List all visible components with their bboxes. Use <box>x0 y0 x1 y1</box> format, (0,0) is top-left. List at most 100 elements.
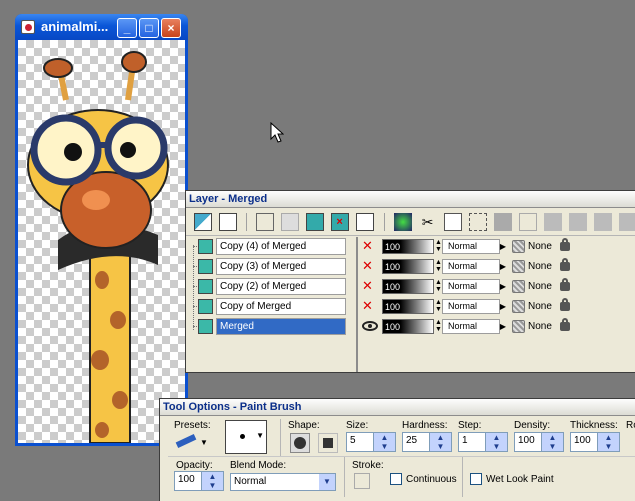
spin-arrows-icon[interactable]: ▲ ▼ <box>373 433 395 451</box>
layer-properties-icon[interactable] <box>393 213 412 231</box>
play-arrow-icon[interactable]: ▶ <box>498 239 508 254</box>
lock-icon[interactable] <box>560 298 570 311</box>
brush-preview[interactable]: ▼ <box>225 420 267 454</box>
layer-properties-row: ✕ 100 ▲ ▼ Normal ▶ None <box>360 237 634 256</box>
layer-blend-mode[interactable]: Normal <box>442 259 500 274</box>
layer-name[interactable]: Copy (3) of Merged <box>216 258 346 275</box>
layer-opacity-slider[interactable]: 100 <box>382 239 434 254</box>
size-spinner[interactable]: 5 ▲ ▼ <box>346 432 396 452</box>
move-up-icon[interactable] <box>594 213 613 231</box>
new-raster-layer-icon[interactable] <box>194 213 212 231</box>
layer-name[interactable]: Merged <box>216 318 346 335</box>
image-window-titlebar[interactable]: animalmi... _ □ × <box>15 14 188 40</box>
wet-look-paint-checkbox[interactable] <box>470 473 482 485</box>
layer-blend-mode[interactable]: Normal <box>442 319 500 334</box>
layer-blend-mode[interactable]: Normal <box>442 279 500 294</box>
mask-link-icon[interactable] <box>512 300 525 313</box>
mask-link-icon[interactable] <box>512 320 525 333</box>
eye-icon[interactable] <box>362 321 378 331</box>
hidden-eye-icon[interactable]: ✕ <box>362 299 378 312</box>
psp-doc-icon <box>21 20 35 34</box>
mask-link-icon[interactable] <box>512 260 525 273</box>
spin-arrows-icon[interactable]: ▲ ▼ <box>541 433 563 451</box>
chevron-down-icon[interactable]: ▼ <box>319 474 335 490</box>
layer-opacity-slider[interactable]: 100 <box>382 299 434 314</box>
copy-icon[interactable] <box>443 213 462 231</box>
step-spinner[interactable]: 1 ▲ ▼ <box>458 432 508 452</box>
mask-link-icon[interactable] <box>512 240 525 253</box>
delete-layer-icon[interactable]: × <box>331 213 350 231</box>
layer-row[interactable]: Copy (2) of Merged <box>188 277 356 296</box>
layer-blend-mode[interactable]: Normal <box>442 239 500 254</box>
layer-name[interactable]: Copy (4) of Merged <box>216 238 346 255</box>
layer-row[interactable]: Copy (4) of Merged <box>188 237 356 256</box>
play-arrow-icon[interactable]: ▶ <box>498 279 508 294</box>
opacity-spin-arrows-icon[interactable]: ▲ ▼ <box>435 299 442 313</box>
arrange-icon[interactable] <box>543 213 562 231</box>
merge-icon[interactable] <box>518 213 537 231</box>
layer-name[interactable]: Copy of Merged <box>216 298 346 315</box>
opacity-spin-arrows-icon[interactable]: ▲ ▼ <box>435 279 442 293</box>
lock-icon[interactable] <box>560 258 570 271</box>
paste-icon[interactable] <box>468 213 487 231</box>
layer-thumbnail-icon[interactable] <box>198 319 213 334</box>
layer-mask-status: None <box>528 321 552 332</box>
lock-icon[interactable] <box>560 278 570 291</box>
lock-icon[interactable] <box>560 318 570 331</box>
cut-icon[interactable]: ✂ <box>419 213 437 231</box>
spin-arrows-icon[interactable]: ▲ ▼ <box>429 433 451 451</box>
round-shape-button[interactable] <box>290 433 310 453</box>
layer-thumbnail-icon[interactable] <box>198 299 213 314</box>
layer-blend-mode[interactable]: Normal <box>442 299 500 314</box>
spin-arrows-icon[interactable]: ▲ ▼ <box>201 472 223 490</box>
layer-name[interactable]: Copy (2) of Merged <box>216 278 346 295</box>
hidden-eye-icon[interactable]: ✕ <box>362 239 378 252</box>
new-vector-layer-icon[interactable] <box>219 213 238 231</box>
hidden-eye-icon[interactable]: ✕ <box>362 259 378 272</box>
spin-arrows-icon[interactable]: ▲ ▼ <box>597 433 619 451</box>
layer-palette-title[interactable]: Layer - Merged <box>186 191 635 208</box>
play-arrow-icon[interactable]: ▶ <box>498 299 508 314</box>
hardness-spinner[interactable]: 25 ▲ ▼ <box>402 432 452 452</box>
layer-thumbnail-icon[interactable] <box>198 239 213 254</box>
link-icon[interactable] <box>619 213 635 231</box>
move-down-icon[interactable] <box>569 213 587 231</box>
tool-options-title[interactable]: Tool Options - Paint Brush <box>160 399 635 416</box>
layer-thumbnail-icon[interactable] <box>198 279 213 294</box>
layer-opacity-slider[interactable]: 100 <box>382 279 434 294</box>
layer-mask-icon[interactable] <box>281 213 300 231</box>
continuous-checkbox[interactable] <box>390 473 402 485</box>
layer-row[interactable]: Copy (3) of Merged <box>188 257 356 276</box>
adjustment-layer-icon[interactable] <box>306 213 325 231</box>
layer-row[interactable]: Merged <box>188 317 356 336</box>
square-shape-button[interactable] <box>318 433 338 453</box>
layer-row[interactable]: Copy of Merged <box>188 297 356 316</box>
play-arrow-icon[interactable]: ▶ <box>498 259 508 274</box>
image-canvas[interactable] <box>18 40 185 443</box>
opacity-spin-arrows-icon[interactable]: ▲ ▼ <box>435 259 442 273</box>
mask-link-icon[interactable] <box>512 280 525 293</box>
presets-dropdown[interactable]: ▼ <box>174 433 208 453</box>
density-spinner[interactable]: 100 ▲ ▼ <box>514 432 564 452</box>
select-icon[interactable] <box>493 213 512 231</box>
minimize-button[interactable]: _ <box>117 18 137 38</box>
opacity-spin-arrows-icon[interactable]: ▲ ▼ <box>435 239 442 253</box>
layer-opacity-slider[interactable]: 100 <box>382 259 434 274</box>
layer-opacity-slider[interactable]: 100 <box>382 319 434 334</box>
play-arrow-icon[interactable]: ▶ <box>498 319 508 334</box>
stroke-icon[interactable] <box>354 473 370 489</box>
duplicate-layer-icon[interactable] <box>356 213 375 231</box>
thickness-spinner[interactable]: 100 ▲ ▼ <box>570 432 620 452</box>
lock-icon[interactable] <box>560 238 570 251</box>
opacity-spinner[interactable]: 100 ▲ ▼ <box>174 471 224 491</box>
spin-arrows-icon[interactable]: ▲ ▼ <box>485 433 507 451</box>
blend-mode-select[interactable]: Normal ▼ <box>230 473 336 491</box>
opacity-spin-arrows-icon[interactable]: ▲ ▼ <box>435 319 442 333</box>
layer-group-icon[interactable] <box>256 213 275 231</box>
maximize-button[interactable]: □ <box>139 18 159 38</box>
layer-thumbnail-icon[interactable] <box>198 259 213 274</box>
close-button[interactable]: × <box>161 18 181 38</box>
hidden-eye-icon[interactable]: ✕ <box>362 279 378 292</box>
shape-label: Shape: <box>288 420 320 431</box>
density-label: Density: <box>514 420 551 431</box>
